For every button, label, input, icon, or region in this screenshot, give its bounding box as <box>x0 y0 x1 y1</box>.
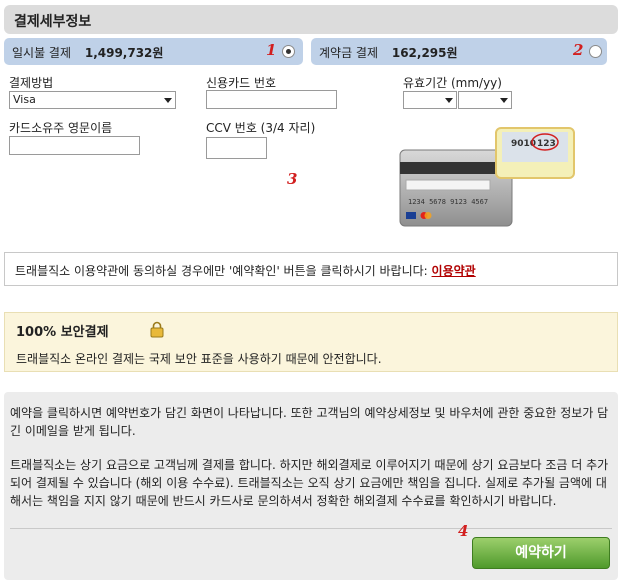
full-payment-option[interactable]: 일시불 결제 1,499,732원 1 <box>4 38 303 65</box>
full-payment-radio[interactable] <box>282 45 295 58</box>
deposit-payment-radio[interactable] <box>589 45 602 58</box>
mastercard-yellow-circle <box>424 212 432 219</box>
deposit-payment-label: 계약금 결제 <box>319 46 379 60</box>
marker-4: 4 <box>458 522 469 540</box>
payment-method-label: 결제방법 <box>9 76 54 90</box>
full-payment-amount: 1,499,732원 <box>84 46 164 60</box>
booking-info-box: 예약을 클릭하시면 예약번호가 담긴 화면이 나타납니다. 또한 고객님의 예약… <box>4 392 618 580</box>
secure-payment-box: 100% 보안결제 트래블직소 온라인 결제는 국제 보안 표준을 사용하기 때… <box>4 312 618 372</box>
ccv-input[interactable] <box>206 137 267 159</box>
signature-strip <box>405 179 491 191</box>
card-number-input[interactable] <box>206 90 337 109</box>
payment-method-value: Visa <box>13 93 36 106</box>
visa-mark <box>406 212 416 219</box>
expiry-year-select[interactable] <box>458 91 512 109</box>
payment-method-select[interactable]: Visa <box>9 91 176 109</box>
marker-3: 3 <box>287 170 298 188</box>
credit-card-ccv-illustration: 1234 5678 9123 4567 9010 123 <box>399 127 575 227</box>
secure-payment-description: 트래블직소 온라인 결제는 국제 보안 표준을 사용하기 때문에 안전합니다. <box>16 352 382 366</box>
holder-name-input[interactable] <box>9 136 140 155</box>
divider <box>10 528 612 529</box>
expiry-month-select[interactable] <box>403 91 457 109</box>
book-button[interactable]: 예약하기 <box>472 537 610 569</box>
holder-name-label: 카드소유주 영문이름 <box>9 121 113 135</box>
page-title: 결제세부정보 <box>14 14 92 30</box>
terms-notice: 트래블직소 이용약관에 동의하실 경우에만 '예약확인' 버튼을 클릭하시기 바… <box>4 252 618 286</box>
info-paragraph-2: 트래블직소는 상기 요금으로 고객님께 결제를 합니다. 하지만 해외결제로 이… <box>10 458 609 508</box>
secure-payment-title: 100% 보안결제 <box>16 325 109 340</box>
terms-text: 트래블직소 이용약관에 동의하실 경우에만 '예약확인' 버튼을 클릭하시기 바… <box>15 264 428 278</box>
ccv-label: CCV 번호 (3/4 자리) <box>206 121 316 135</box>
deposit-payment-option[interactable]: 계약금 결제 162,295원 2 <box>311 38 607 65</box>
lock-icon <box>150 321 164 338</box>
deposit-payment-amount: 162,295원 <box>391 46 458 60</box>
chevron-down-icon <box>500 98 508 103</box>
payment-details-header: 결제세부정보 <box>4 5 618 34</box>
chevron-down-icon <box>164 98 172 103</box>
marker-1: 1 <box>266 41 277 59</box>
terms-link[interactable]: 이용약관 <box>432 264 476 278</box>
expiry-label: 유효기간 (mm/yy) <box>403 76 502 90</box>
card-back-number: 1234 5678 9123 4567 <box>408 198 488 206</box>
info-paragraph-1: 예약을 클릭하시면 예약번호가 담긴 화면이 나타납니다. 또한 고객님의 예약… <box>10 406 609 438</box>
marker-2: 2 <box>573 41 584 59</box>
full-payment-label: 일시불 결제 <box>12 46 72 60</box>
card-number-label: 신용카드 번호 <box>206 76 277 90</box>
chevron-down-icon <box>445 98 453 103</box>
